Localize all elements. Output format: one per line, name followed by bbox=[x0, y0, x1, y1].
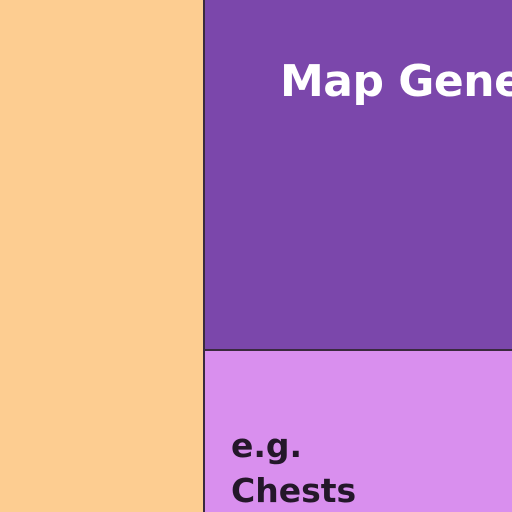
example-panel: e.g. Chests bbox=[205, 351, 512, 512]
left-panel bbox=[0, 0, 203, 512]
example-item-chests: Chests bbox=[231, 471, 357, 510]
example-label: e.g. Chests bbox=[231, 423, 356, 512]
map-generation-heading: Map Gene bbox=[280, 56, 512, 107]
diagram-canvas: Map Gene e.g. Chests bbox=[0, 0, 512, 512]
example-prefix: e.g. bbox=[231, 426, 303, 465]
map-generation-panel: Map Gene bbox=[205, 0, 512, 349]
